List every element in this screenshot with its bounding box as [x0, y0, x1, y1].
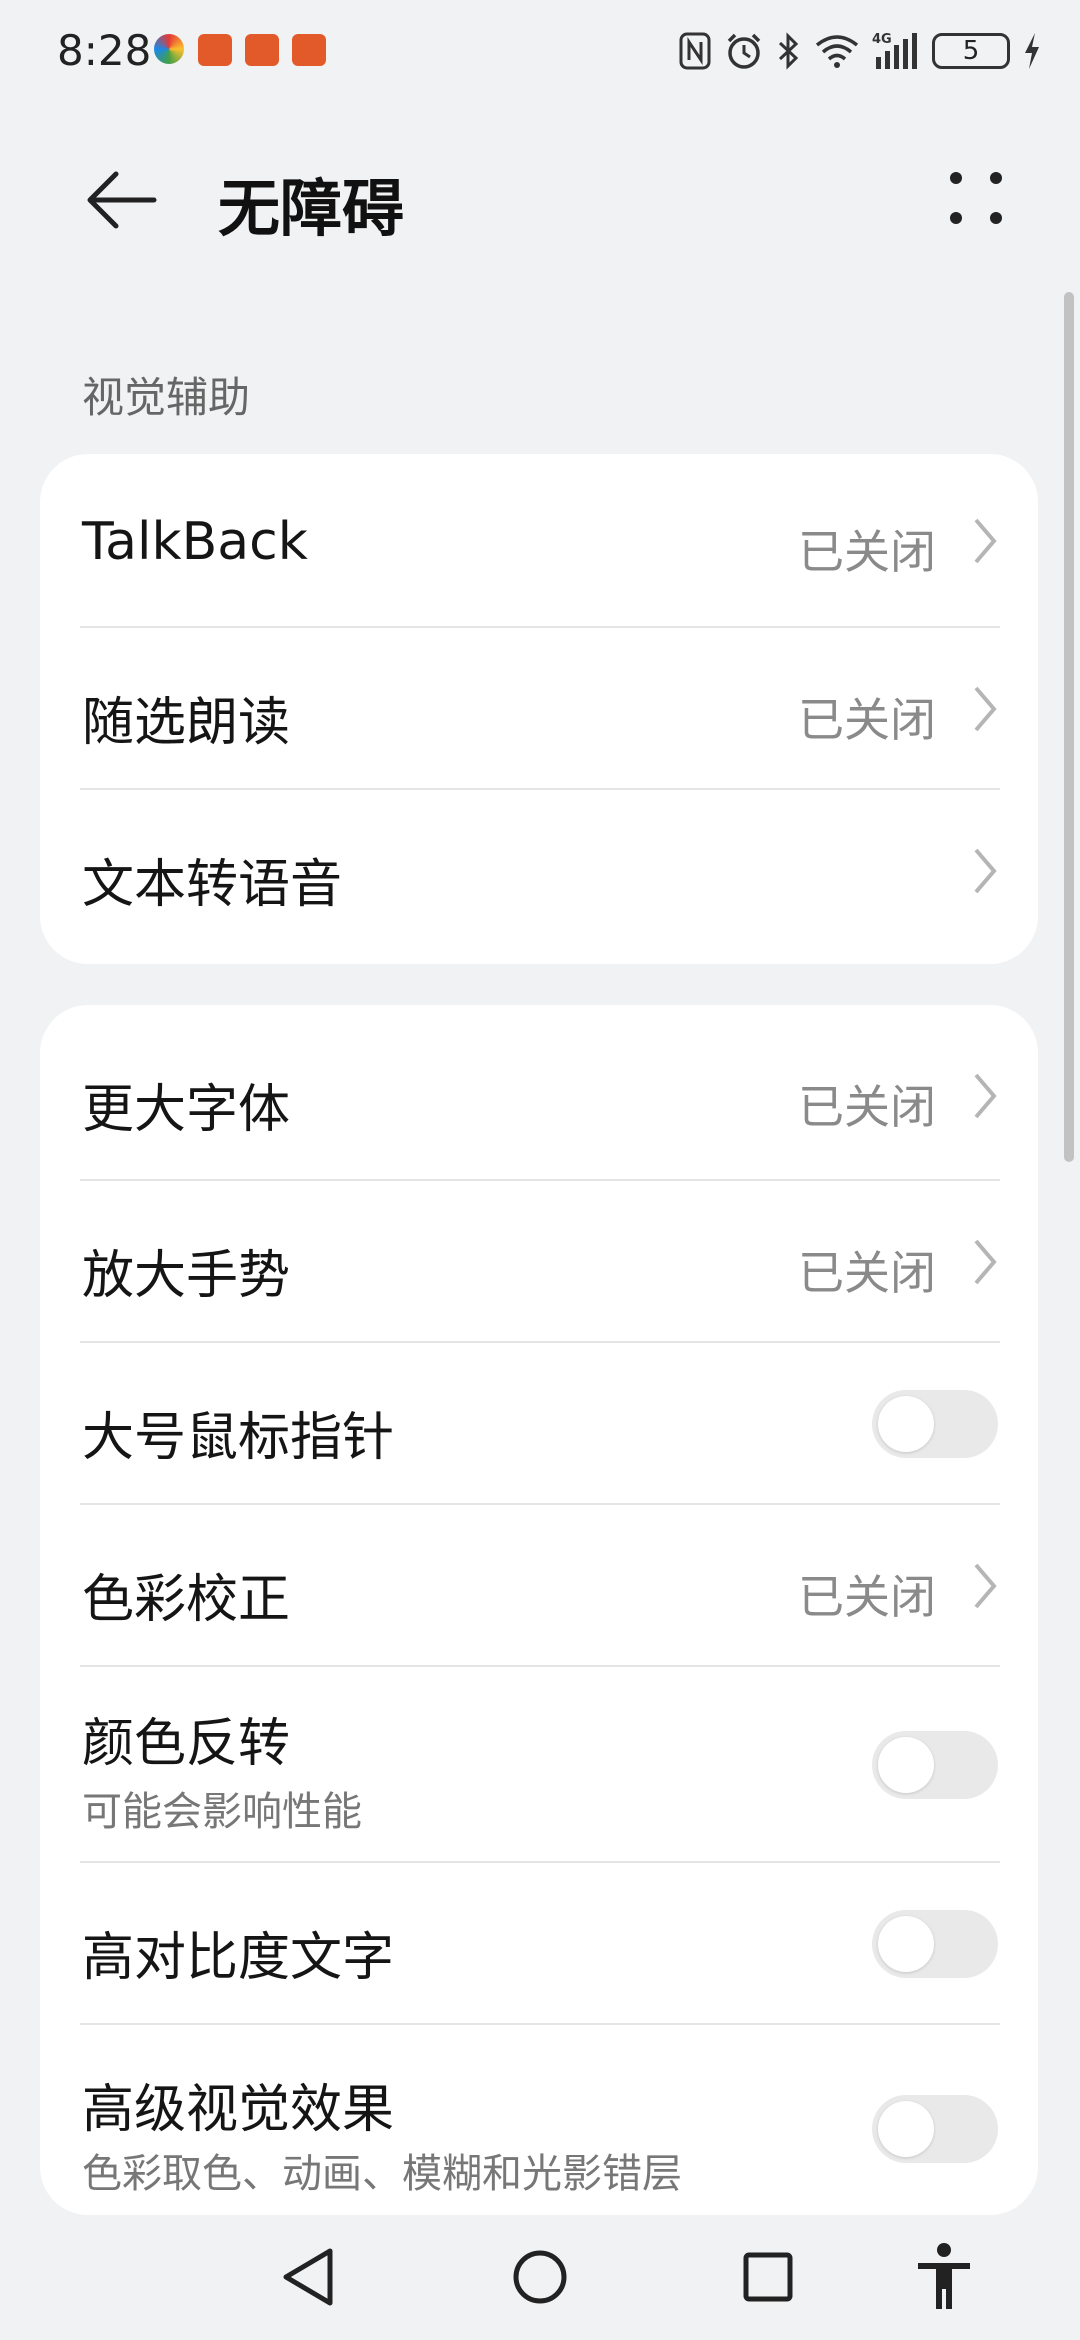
setting-title: 高对比度文字 [82, 1928, 395, 1988]
back-button[interactable] [80, 160, 160, 240]
setting-title: 色彩校正 [82, 1570, 291, 1630]
battery-level: 5 [962, 36, 980, 66]
chevron-right-icon [974, 848, 997, 894]
color-inversion-toggle[interactable] [872, 1731, 998, 1799]
home-circle-icon [513, 2250, 567, 2304]
setting-title: 放大手势 [82, 1246, 291, 1306]
status-time: 8:28 [57, 26, 152, 75]
setting-row-text-to-speech[interactable]: 文本转语音 [40, 790, 1038, 964]
setting-row-color-inversion: 颜色反转 可能会影响性能 [40, 1667, 1038, 1863]
setting-value: 已关闭 [798, 525, 936, 579]
more-icon-dot [990, 172, 1002, 184]
bluetooth-icon [778, 32, 799, 70]
toggle-knob [878, 1737, 934, 1793]
setting-row-color-correction[interactable]: 色彩校正 已关闭 [40, 1505, 1038, 1667]
status-bar: 8:28 4G 5 [0, 0, 1080, 100]
arrow-left-icon [87, 171, 157, 229]
app-notification-icon [292, 34, 326, 66]
setting-subtitle: 色彩取色、动画、模糊和光影错层 [82, 2151, 682, 2197]
wifi-icon [815, 35, 859, 68]
more-icon [950, 172, 962, 184]
more-icon-dot [990, 212, 1002, 224]
signal-4g-icon: 4G [872, 32, 917, 69]
setting-title: 更大字体 [82, 1080, 291, 1140]
setting-row-select-to-speak[interactable]: 随选朗读 已关闭 [40, 628, 1038, 790]
setting-row-advanced-visual-effects: 高级视觉效果 色彩取色、动画、模糊和光影错层 [40, 2025, 1038, 2215]
setting-row-high-contrast-text: 高对比度文字 [40, 1863, 1038, 2025]
setting-title: 大号鼠标指针 [82, 1408, 395, 1468]
nav-home-button[interactable] [500, 2237, 580, 2317]
nav-back-button[interactable] [270, 2237, 350, 2317]
setting-value: 已关闭 [798, 693, 936, 747]
toggle-knob [878, 1396, 934, 1452]
toggle-knob [878, 1916, 934, 1972]
app-notification-icon [245, 34, 279, 66]
setting-subtitle: 可能会影响性能 [82, 1789, 362, 1835]
chevron-right-icon [974, 1073, 997, 1119]
setting-row-large-pointer: 大号鼠标指针 [40, 1343, 1038, 1505]
advanced-visual-effects-toggle[interactable] [872, 2095, 998, 2163]
setting-title: TalkBack [82, 512, 308, 572]
large-pointer-toggle[interactable] [872, 1390, 998, 1458]
setting-title: 文本转语音 [82, 855, 343, 915]
chevron-right-icon [974, 518, 997, 564]
setting-value: 已关闭 [798, 1246, 936, 1300]
setting-value: 已关闭 [798, 1080, 936, 1134]
navigation-bar [0, 2215, 1080, 2340]
setting-row-talkback[interactable]: TalkBack 已关闭 [40, 454, 1038, 628]
battery-icon: 5 [932, 33, 1010, 69]
accessibility-icon [918, 2243, 970, 2309]
chevron-right-icon [974, 1563, 997, 1609]
setting-value: 已关闭 [798, 1570, 936, 1624]
app-color-icon [154, 34, 184, 64]
setting-row-larger-font[interactable]: 更大字体 已关闭 [40, 1005, 1038, 1181]
app-notification-icon [198, 34, 232, 66]
chevron-right-icon [974, 686, 997, 732]
alarm-icon [727, 33, 761, 69]
settings-card-visual-assist: TalkBack 已关闭 随选朗读 已关闭 文本转语音 [40, 454, 1038, 964]
nav-accessibility-button[interactable] [904, 2237, 984, 2317]
settings-card-display: 更大字体 已关闭 放大手势 已关闭 大号鼠标指针 色彩校正 已关闭 颜色反转 可… [40, 1005, 1038, 2215]
more-button[interactable] [940, 162, 1020, 242]
nfc-icon [679, 32, 711, 70]
back-triangle-icon [283, 2248, 333, 2306]
section-label-visual: 视觉辅助 [82, 373, 251, 422]
setting-title: 随选朗读 [82, 693, 291, 753]
status-icons: 4G 5 [678, 28, 1042, 74]
nav-recents-button[interactable] [728, 2237, 808, 2317]
chevron-right-icon [974, 1239, 997, 1285]
more-icon-dot [950, 212, 962, 224]
high-contrast-text-toggle[interactable] [872, 1910, 998, 1978]
scrollbar[interactable] [1064, 292, 1074, 1162]
svg-text:4G: 4G [872, 32, 892, 47]
toggle-knob [878, 2101, 934, 2157]
charging-icon [1025, 33, 1039, 69]
setting-title: 颜色反转 [82, 1714, 291, 1774]
app-header: 无障碍 [0, 140, 1080, 260]
setting-row-magnify-gesture[interactable]: 放大手势 已关闭 [40, 1181, 1038, 1343]
setting-title: 高级视觉效果 [82, 2080, 395, 2140]
recents-square-icon [743, 2252, 793, 2302]
page-title: 无障碍 [218, 172, 405, 245]
